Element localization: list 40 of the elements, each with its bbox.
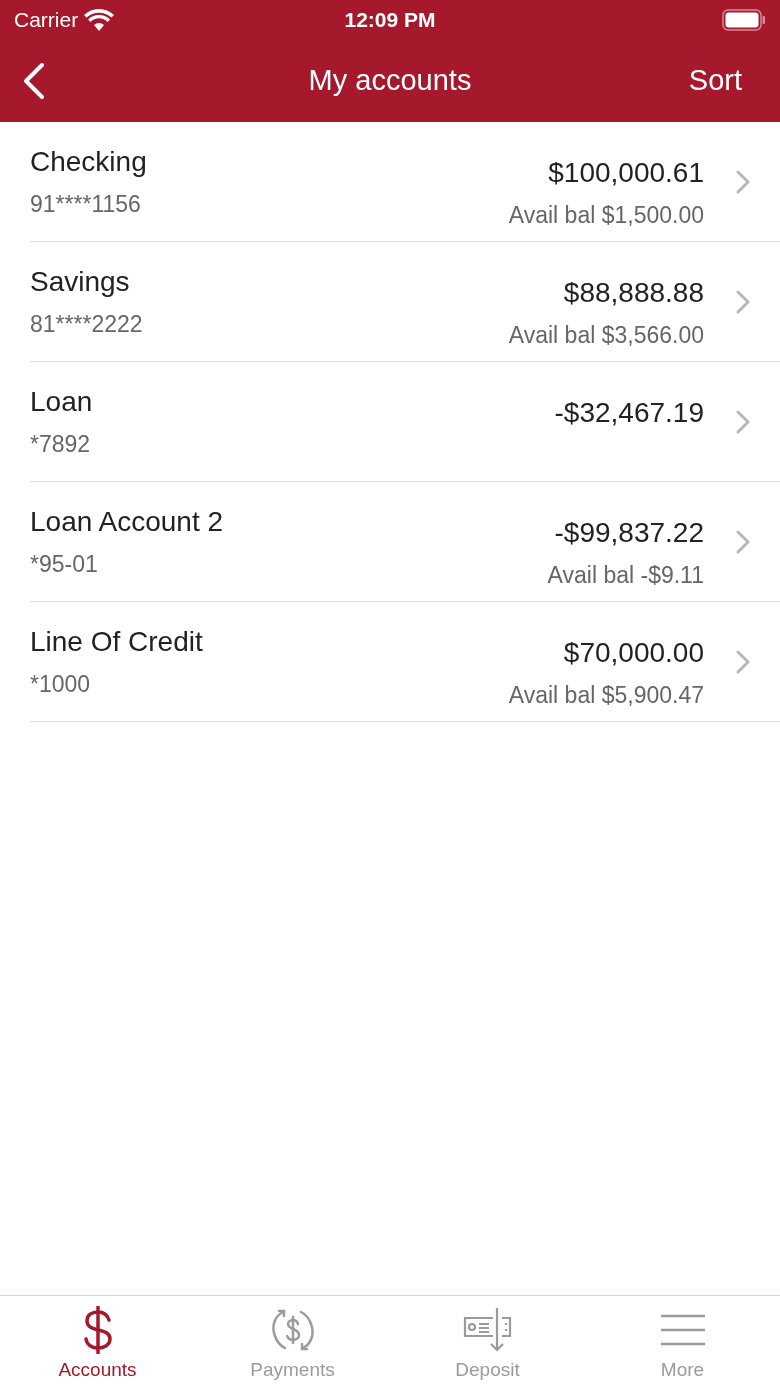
chevron-right-icon [736,529,750,554]
chevron-right-icon [736,409,750,434]
account-balance: $70,000.00 [563,636,704,670]
account-balance: -$32,467.19 [554,396,704,430]
account-number: 91****1156 [30,190,142,220]
clock-label: 12:09 PM [344,7,436,34]
wifi-icon [84,9,115,31]
chevron-right-icon [736,289,750,314]
account-name: Line Of Credit [30,625,204,660]
sort-button[interactable]: Sort [688,59,742,103]
account-balance: $100,000.61 [548,156,704,190]
back-button[interactable] [22,62,46,100]
tab[interactable]: Accounts [0,1296,195,1387]
account-row[interactable]: Line Of Credit *1000 $70,000.00 Avail bal $5,900.47 [30,602,780,722]
chevron-right-icon [736,169,750,194]
check-deposit-icon [462,1306,513,1354]
page-title: My accounts [308,63,472,99]
available-balance: Avail bal $5,900.47 [508,681,704,710]
available-balance: Avail bal -$9.11 [547,561,704,590]
account-balance: $88,888.88 [563,276,704,310]
account-name: Loan Account 2 [30,505,225,540]
account-row[interactable]: Loan Account 2 *95-01 -$99,837.22 Avail bal -$9.11 [30,482,780,602]
account-row[interactable]: Checking 91****1156 $100,000.61 Avail bal $1,500.00 [30,122,780,242]
chevron-right-icon [736,649,750,674]
carrier-label: Carrier [14,7,79,34]
chevron-left-icon [22,62,46,100]
account-row[interactable]: Loan *7892 -$32,467.19 [30,362,780,482]
account-name: Checking [30,145,148,180]
available-balance: Avail bal $3,566.00 [508,321,704,350]
account-row[interactable]: Savings 81****2222 $88,888.88 Avail bal $3,566.00 [30,242,780,362]
account-number: *1000 [30,670,92,700]
available-balance: Avail bal $1,500.00 [508,201,704,230]
account-balance: -$99,837.22 [554,516,704,550]
account-number: *95-01 [30,550,99,580]
dollar-icon [81,1306,114,1354]
battery-icon [722,9,766,31]
account-name: Savings [30,265,131,300]
account-number: *7892 [30,430,92,460]
account-name: Loan [30,385,94,420]
account-number: 81****2222 [30,310,144,340]
